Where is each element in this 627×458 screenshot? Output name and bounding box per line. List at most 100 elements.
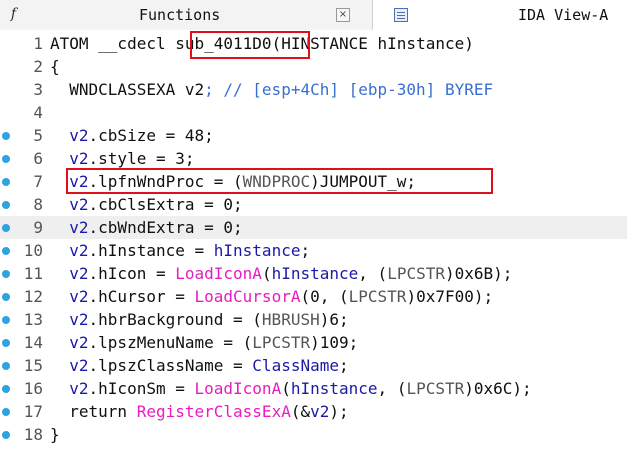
code-line[interactable]: 9 v2.cbWndExtra = 0;: [0, 216, 627, 239]
line-number: 8: [33, 195, 43, 214]
code-token: ATOM __cdecl: [50, 34, 176, 53]
tab-functions-label: Functions: [139, 6, 221, 24]
breakpoint-dot-icon[interactable]: [2, 316, 10, 324]
line-number: 9: [33, 218, 43, 237]
line-number: 16: [23, 379, 43, 398]
code-token: hInstance: [290, 379, 378, 398]
code-text: v2.cbClsExtra = 0;: [50, 193, 243, 216]
code-token: );: [329, 402, 349, 421]
code-text: v2.hIconSm = LoadIconA(hInstance, (LPCST…: [50, 377, 531, 400]
code-token: .cbClsExtra = 0;: [88, 195, 243, 214]
code-token: , (: [358, 264, 388, 283]
code-line[interactable]: 16 v2.hIconSm = LoadIconA(hInstance, (LP…: [0, 377, 627, 400]
breakpoint-dot-icon[interactable]: [2, 362, 10, 370]
line-number: 11: [23, 264, 43, 283]
function-icon: f: [10, 6, 17, 22]
code-token: .style = 3;: [88, 149, 195, 168]
code-token: )6;: [319, 310, 349, 329]
breakpoint-dot-icon[interactable]: [2, 293, 10, 301]
breakpoint-dot-icon[interactable]: [2, 270, 10, 278]
code-token: .lpszClassName =: [88, 356, 253, 375]
code-token: hInstance: [213, 241, 301, 260]
code-token: ;: [300, 241, 311, 260]
code-token: ClassName: [252, 356, 339, 375]
code-text: v2.style = 3;: [50, 147, 195, 170]
code-token: LPCSTR: [406, 379, 465, 398]
code-line[interactable]: 8 v2.cbClsExtra = 0;: [0, 193, 627, 216]
code-token: v2: [50, 333, 89, 352]
code-text: v2.hbrBackground = (HBRUSH)6;: [50, 308, 349, 331]
breakpoint-dot-icon[interactable]: [2, 201, 10, 209]
code-line[interactable]: 11 v2.hIcon = LoadIconA(hInstance, (LPCS…: [0, 262, 627, 285]
code-token: )0x6B);: [444, 264, 513, 283]
code-line[interactable]: 12 v2.hCursor = LoadCursorA(0, (LPCSTR)0…: [0, 285, 627, 308]
code-token: LPCSTR: [387, 264, 445, 283]
code-token: v2: [50, 126, 89, 145]
code-token: v2: [50, 264, 89, 283]
line-number: 6: [33, 149, 43, 168]
code-line[interactable]: 4: [0, 101, 627, 124]
breakpoint-dot-icon[interactable]: [2, 155, 10, 163]
code-line[interactable]: 14 v2.lpszMenuName = (LPCSTR)109;: [0, 331, 627, 354]
tab-functions[interactable]: f Functions ×: [0, 0, 373, 30]
listing-view-icon: [394, 8, 408, 22]
code-line[interactable]: 17 return RegisterClassExA(&v2);: [0, 400, 627, 423]
code-token: hInstance: [271, 264, 359, 283]
code-token: .hCursor =: [88, 287, 195, 306]
pseudocode-view[interactable]: 1 ATOM __cdecl sub_4011D0(HINSTANCE hInst…: [0, 32, 627, 458]
code-token: return: [50, 402, 137, 421]
code-text: WNDCLASSEXA v2; // [esp+4Ch] [ebp-30h] B…: [50, 78, 493, 101]
breakpoint-dot-icon[interactable]: [2, 408, 10, 416]
code-token: LPCSTR: [348, 287, 407, 306]
highlight-box-function-name: [190, 31, 310, 59]
breakpoint-dot-icon[interactable]: [2, 178, 10, 186]
code-text: v2.cbWndExtra = 0;: [50, 216, 243, 239]
breakpoint-dot-icon[interactable]: [2, 339, 10, 347]
breakpoint-dot-icon[interactable]: [2, 224, 10, 232]
breakpoint-dot-icon[interactable]: [2, 132, 10, 140]
code-token: v2: [50, 149, 89, 168]
code-line[interactable]: 2{: [0, 55, 627, 78]
code-token: v2: [50, 195, 89, 214]
code-token: ;: [339, 356, 349, 375]
code-token: .hIcon =: [88, 264, 176, 283]
code-token: v2: [310, 402, 330, 421]
code-line[interactable]: 3 WNDCLASSEXA v2; // [esp+4Ch] [ebp-30h]…: [0, 78, 627, 101]
code-token: v2: [50, 241, 89, 260]
tab-ida-view[interactable]: IDA View-A: [373, 0, 627, 30]
code-line[interactable]: 18}: [0, 423, 627, 446]
line-number: 10: [23, 241, 43, 260]
line-number: 13: [23, 310, 43, 329]
code-text: v2.lpszClassName = ClassName;: [50, 354, 349, 377]
code-line[interactable]: 15 v2.lpszClassName = ClassName;: [0, 354, 627, 377]
code-line[interactable]: 13 v2.hbrBackground = (HBRUSH)6;: [0, 308, 627, 331]
code-token: ; // [esp+4Ch] [ebp-30h] BYREF: [204, 80, 494, 99]
code-token: LoadIconA: [194, 379, 282, 398]
code-token: )0x7F00);: [406, 287, 494, 306]
code-token: v2: [184, 80, 205, 99]
code-token: {: [50, 57, 60, 76]
breakpoint-dot-icon[interactable]: [2, 431, 10, 439]
line-number: 15: [23, 356, 43, 375]
code-line[interactable]: 6 v2.style = 3;: [0, 147, 627, 170]
code-line[interactable]: 1 ATOM __cdecl sub_4011D0(HINSTANCE hInst…: [0, 32, 627, 55]
code-token: .lpszMenuName = (: [88, 333, 253, 352]
code-text: v2.hIcon = LoadIconA(hInstance, (LPCSTR)…: [50, 262, 512, 285]
code-text: v2.hCursor = LoadCursorA(0, (LPCSTR)0x7F…: [50, 285, 493, 308]
code-token: v2: [50, 310, 89, 329]
code-line[interactable]: 5 v2.cbSize = 48;: [0, 124, 627, 147]
code-token: LoadCursorA: [194, 287, 301, 306]
code-line[interactable]: 10 v2.hInstance = hInstance;: [0, 239, 627, 262]
breakpoint-dot-icon[interactable]: [2, 247, 10, 255]
breakpoint-dot-icon[interactable]: [2, 385, 10, 393]
highlight-box-wndproc-line: [66, 168, 493, 194]
line-number: 4: [33, 103, 43, 122]
code-text: {: [50, 55, 60, 78]
line-number: 18: [23, 425, 43, 444]
close-icon[interactable]: ×: [336, 8, 350, 22]
code-text: v2.lpszMenuName = (LPCSTR)109;: [50, 331, 358, 354]
code-token: .cbWndExtra = 0;: [88, 218, 243, 237]
code-token: WNDCLASSEXA: [50, 80, 185, 99]
code-token: v2: [50, 218, 89, 237]
code-token: )109;: [310, 333, 359, 352]
